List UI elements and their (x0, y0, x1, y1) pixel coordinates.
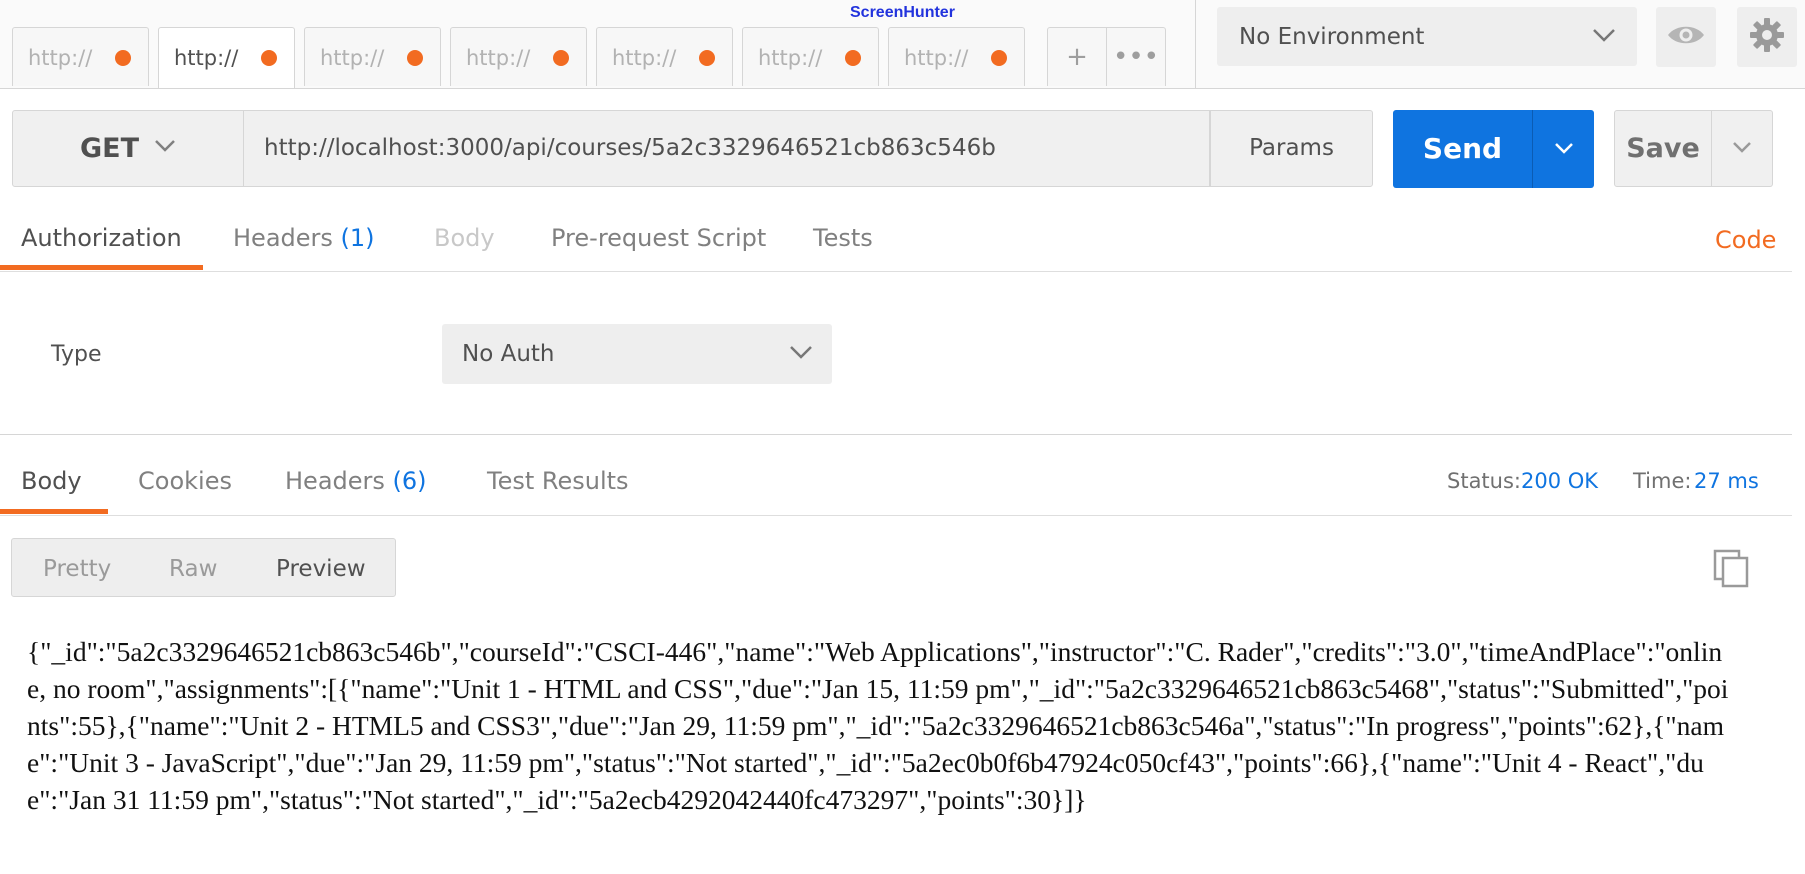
section-divider (0, 434, 1792, 435)
tab-tests[interactable]: Tests (813, 224, 873, 252)
view-pretty-button[interactable]: Pretty (43, 556, 111, 582)
unsaved-dot-icon (407, 50, 423, 66)
tab-response-body[interactable]: Body (21, 467, 82, 495)
tab-label: Headers (233, 224, 333, 252)
view-mode-toggle: Pretty Raw Preview (11, 538, 396, 597)
tab-label: Headers (285, 467, 385, 495)
gear-icon (1748, 16, 1786, 58)
environment-select[interactable]: No Environment (1217, 7, 1637, 66)
more-tabs-button[interactable]: ••• (1106, 28, 1165, 86)
settings-button[interactable] (1737, 7, 1797, 67)
method-select[interactable]: GET (12, 110, 244, 187)
auth-type-select[interactable]: No Auth (442, 324, 832, 384)
copy-response-button[interactable] (1712, 548, 1752, 588)
tab-cookies[interactable]: Cookies (138, 467, 232, 495)
tab-pre-request-script[interactable]: Pre-request Script (551, 224, 766, 252)
request-tab[interactable]: http:// (304, 27, 441, 86)
active-tab-indicator (0, 509, 108, 514)
active-tab-indicator (0, 265, 203, 270)
headers-count-badge: (6) (392, 467, 427, 495)
section-divider (0, 271, 1792, 272)
tab-response-headers[interactable]: Headers (6) (285, 467, 427, 495)
send-options-button[interactable] (1532, 110, 1594, 188)
response-body-preview: {"_id":"5a2c3329646521cb863c546b","cours… (27, 636, 1729, 815)
request-tab[interactable]: http:// (742, 27, 879, 86)
request-tab[interactable]: http:// (888, 27, 1025, 86)
status-value: 200 OK (1521, 469, 1599, 493)
section-divider (0, 515, 1792, 516)
chevron-down-icon (153, 138, 177, 158)
unsaved-dot-icon (115, 50, 131, 66)
send-button[interactable]: Send (1393, 110, 1532, 188)
request-tab-label: http:// (28, 46, 93, 70)
new-tab-button[interactable]: + (1048, 28, 1106, 86)
chevron-down-icon (788, 344, 814, 364)
request-tab[interactable]: http:// (12, 27, 149, 86)
unsaved-dot-icon (845, 50, 861, 66)
view-raw-button[interactable]: Raw (169, 556, 217, 582)
eye-icon (1666, 23, 1706, 51)
auth-type-label: Type (51, 342, 102, 367)
params-button[interactable]: Params (1210, 110, 1373, 187)
request-tab[interactable]: http:// (450, 27, 587, 86)
tab-actions-group: + ••• (1047, 27, 1166, 86)
time-value: 27 ms (1694, 469, 1759, 493)
tab-request-headers[interactable]: Headers (1) (233, 224, 375, 252)
view-preview-button[interactable]: Preview (276, 556, 366, 582)
request-tab-label: http:// (466, 46, 531, 70)
save-options-button[interactable] (1712, 110, 1773, 187)
request-tab-label: http:// (904, 46, 969, 70)
environment-quick-look-button[interactable] (1656, 7, 1716, 67)
request-tab-label: http:// (612, 46, 677, 70)
method-value: GET (80, 133, 140, 164)
unsaved-dot-icon (991, 50, 1007, 66)
auth-type-value: No Auth (462, 341, 555, 367)
status-label: Status: (1447, 469, 1521, 493)
time-label: Time: (1633, 469, 1692, 493)
save-button[interactable]: Save (1614, 110, 1712, 187)
request-tab-label: http:// (320, 46, 385, 70)
url-input[interactable]: http://localhost:3000/api/courses/5a2c33… (244, 110, 1210, 187)
chevron-down-icon (1731, 139, 1753, 158)
unsaved-dot-icon (553, 50, 569, 66)
toolbar-divider (1195, 0, 1196, 88)
tab-request-body[interactable]: Body (434, 224, 495, 252)
request-tab-strip: http:// http:// http:// http:// http:// … (12, 27, 1025, 88)
copy-icon (1712, 549, 1752, 592)
screenhunter-overlay-label: ScreenHunter (850, 4, 955, 21)
request-tab-label: http:// (174, 46, 239, 70)
tab-test-results[interactable]: Test Results (487, 467, 629, 495)
unsaved-dot-icon (699, 50, 715, 66)
request-tab[interactable]: http:// (596, 27, 733, 86)
environment-select-value: No Environment (1239, 24, 1425, 50)
tab-authorization[interactable]: Authorization (21, 224, 182, 252)
request-tab-label: http:// (758, 46, 823, 70)
chevron-down-icon (1591, 26, 1617, 48)
chevron-down-icon (1553, 140, 1575, 159)
headers-count-badge: (1) (340, 224, 375, 252)
request-tab-active[interactable]: http:// (158, 27, 295, 88)
generate-code-link[interactable]: Code (1715, 226, 1776, 254)
unsaved-dot-icon (261, 50, 277, 66)
